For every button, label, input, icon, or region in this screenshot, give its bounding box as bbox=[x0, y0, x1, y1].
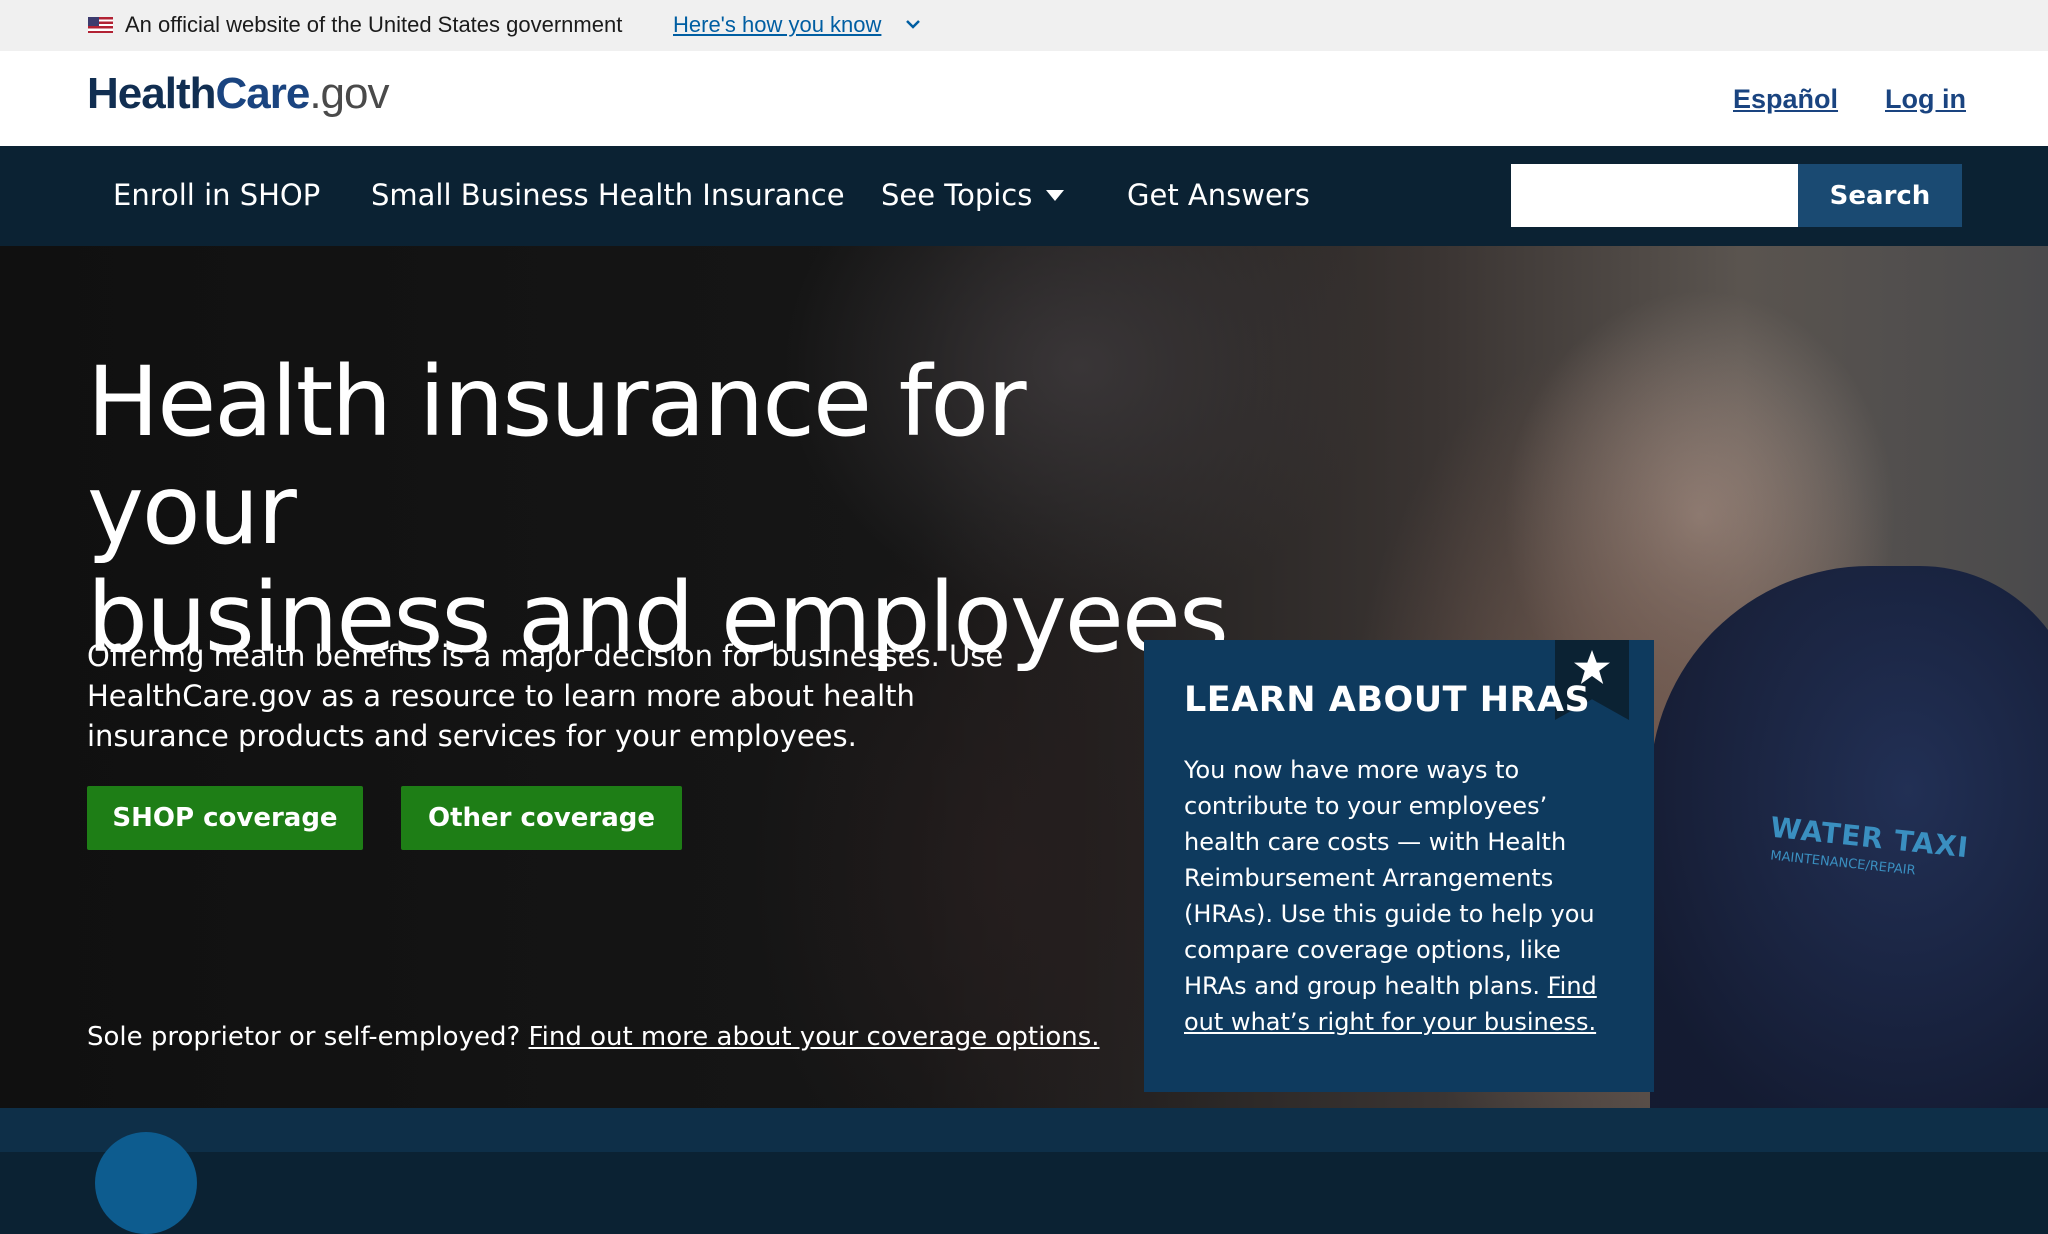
healthcare-gov-logo[interactable]: HealthCare.gov bbox=[87, 69, 390, 119]
hero-title: Health insurance for your business and e… bbox=[87, 348, 1237, 672]
hero-description: Offering health benefits is a major deci… bbox=[87, 639, 1004, 753]
login-link[interactable]: Log in bbox=[1885, 84, 1966, 115]
coverage-options-link[interactable]: Find out more about your coverage option… bbox=[529, 1022, 1100, 1052]
sole-proprietor-note: Sole proprietor or self-employed? Find o… bbox=[87, 1022, 1100, 1052]
search-input[interactable] bbox=[1511, 164, 1798, 227]
us-flag-icon bbox=[88, 17, 113, 33]
gov-banner-text: An official website of the United States… bbox=[125, 12, 623, 37]
hero-title-line1: Health insurance for your bbox=[87, 346, 1027, 566]
nav-item-enroll-shop[interactable]: Enroll in SHOP bbox=[113, 178, 320, 212]
hra-title: LEARN ABOUT HRAS bbox=[1184, 680, 1591, 720]
hero-section: WATER TAXI MAINTENANCE/REPAIR Health ins… bbox=[0, 246, 2048, 1108]
caret-down-icon[interactable] bbox=[1046, 190, 1064, 201]
site-header: HealthCare.gov Español Log in bbox=[0, 51, 2048, 146]
main-nav: Enroll in SHOP Small Business Health Ins… bbox=[0, 146, 2048, 246]
search-button[interactable]: Search bbox=[1798, 164, 1962, 227]
hra-body-text: You now have more ways to contribute to … bbox=[1184, 756, 1595, 1000]
bottom-circle-icon bbox=[95, 1132, 197, 1234]
gov-banner: An official website of the United States… bbox=[0, 0, 2048, 51]
hra-card: LEARN ABOUT HRAS You now have more ways … bbox=[1144, 640, 1654, 1092]
nav-item-get-answers[interactable]: Get Answers bbox=[1127, 178, 1310, 212]
how-you-know-link[interactable]: Here's how you know bbox=[673, 12, 881, 38]
other-coverage-button[interactable]: Other coverage bbox=[401, 786, 682, 850]
shop-coverage-button[interactable]: SHOP coverage bbox=[87, 786, 363, 850]
chevron-down-icon[interactable] bbox=[902, 13, 924, 35]
espanol-link[interactable]: Español bbox=[1733, 84, 1838, 115]
hra-body: You now have more ways to contribute to … bbox=[1184, 752, 1624, 1040]
nav-item-small-business[interactable]: Small Business Health Insurance bbox=[371, 178, 845, 212]
nav-item-see-topics[interactable]: See Topics bbox=[881, 178, 1032, 212]
sole-proprietor-text: Sole proprietor or self-employed? bbox=[87, 1022, 521, 1052]
bottom-section bbox=[0, 1108, 2048, 1234]
